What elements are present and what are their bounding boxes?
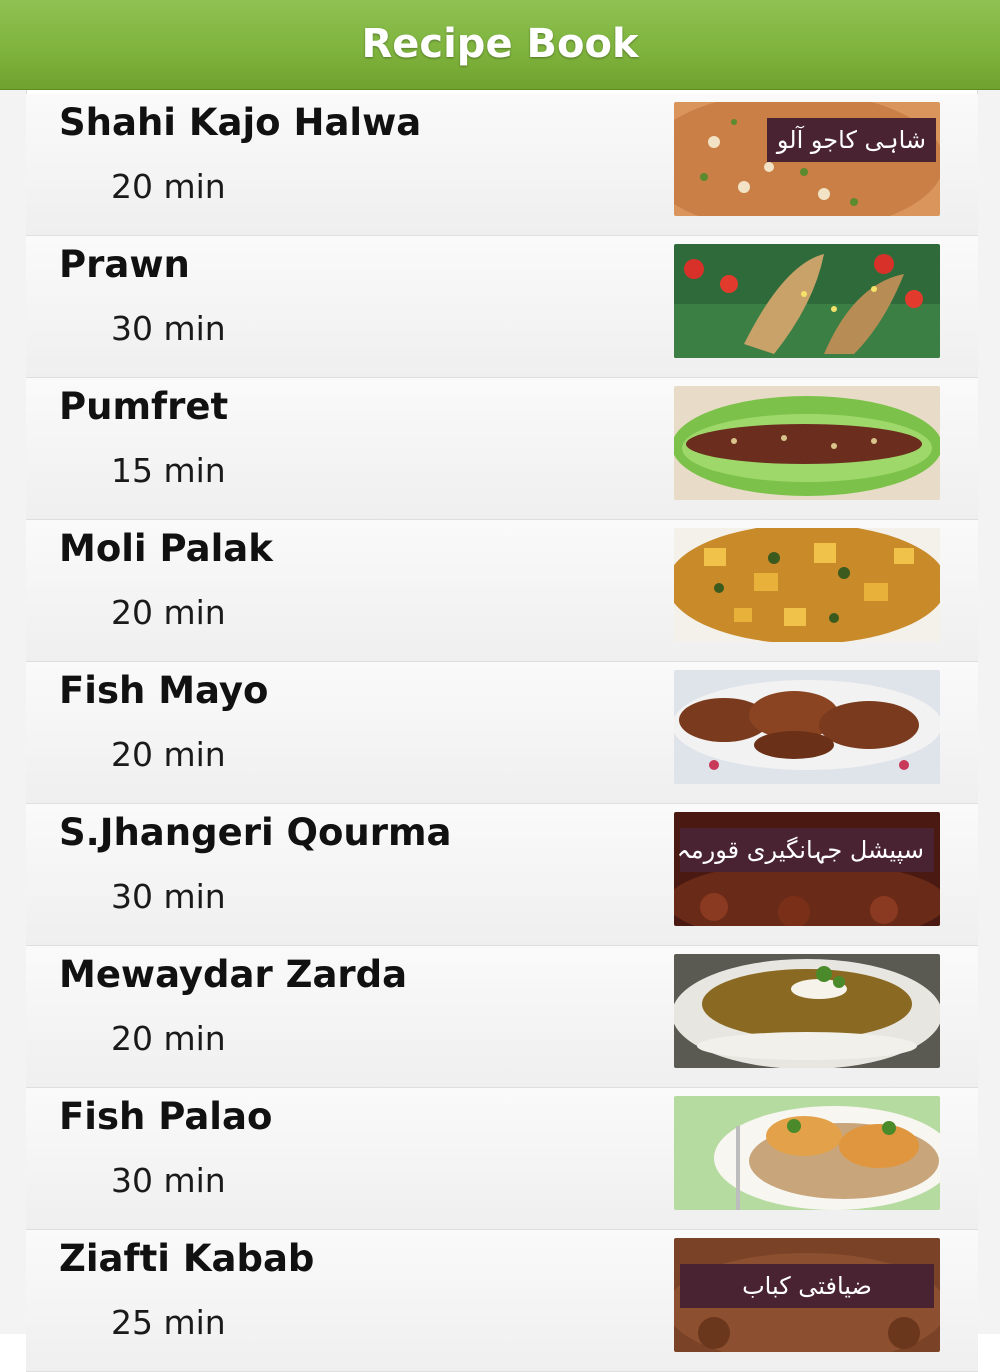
- recipe-row-jhangeri-qourma[interactable]: S.Jhangeri Qourma 30 min سپیشل جہانگیری …: [26, 804, 978, 946]
- recipe-name: Shahi Kajo Halwa: [59, 101, 422, 144]
- urdu-image-label: ضیافتی کباب: [680, 1264, 934, 1308]
- recipe-row-fish-palao[interactable]: Fish Palao 30 min: [26, 1088, 978, 1230]
- recipe-list: Shahi Kajo Halwa 20 min شاہی کاجو آلو Pr…: [26, 94, 978, 1372]
- recipe-name: Mewaydar Zarda: [59, 953, 408, 996]
- recipe-time: 30 min: [111, 309, 226, 348]
- list-right-edge: [977, 90, 1000, 1334]
- zarda-illustration: [674, 954, 940, 1068]
- recipe-time: 20 min: [111, 593, 226, 632]
- moli-palak-illustration: [674, 528, 940, 642]
- recipe-time: 15 min: [111, 451, 226, 490]
- fish-mayo-dish-image: [674, 670, 940, 784]
- recipe-row-shahi-kajo-halwa[interactable]: Shahi Kajo Halwa 20 min شاہی کاجو آلو: [26, 94, 978, 236]
- qourma-dish-image: سپیشل جہانگیری قورمہ: [674, 812, 940, 926]
- prawn-dish-image: [674, 244, 940, 358]
- recipe-time: 30 min: [111, 1161, 226, 1200]
- pumfret-dish-illustration: [674, 386, 940, 500]
- recipe-name: Fish Palao: [59, 1095, 273, 1138]
- recipe-name: Pumfret: [59, 385, 229, 428]
- recipe-name: Ziafti Kabab: [59, 1237, 315, 1280]
- app-title: Recipe Book: [361, 21, 639, 67]
- recipe-name: Moli Palak: [59, 527, 273, 570]
- recipe-time: 30 min: [111, 877, 226, 916]
- moli-palak-dish-image: [674, 528, 940, 642]
- urdu-image-label: شاہی کاجو آلو: [766, 118, 936, 162]
- recipe-row-mewaydar-zarda[interactable]: Mewaydar Zarda 20 min: [26, 946, 978, 1088]
- pumfret-dish-image: [674, 386, 940, 500]
- app-header: Recipe Book: [0, 0, 1000, 90]
- recipe-row-pumfret[interactable]: Pumfret 15 min: [26, 378, 978, 520]
- recipe-time: 20 min: [111, 167, 226, 206]
- halwa-dish-image: شاہی کاجو آلو: [674, 102, 940, 216]
- recipe-time: 20 min: [111, 735, 226, 774]
- recipe-name: Fish Mayo: [59, 669, 269, 712]
- fish-palao-illustration: [674, 1096, 940, 1210]
- recipe-row-ziafti-kabab[interactable]: Ziafti Kabab 25 min ضیافتی کباب: [26, 1230, 978, 1372]
- recipe-row-fish-mayo[interactable]: Fish Mayo 20 min: [26, 662, 978, 804]
- prawn-dish-illustration: [674, 244, 940, 358]
- recipe-time: 20 min: [111, 1019, 226, 1058]
- zarda-dish-image: [674, 954, 940, 1068]
- urdu-image-label: سپیشل جہانگیری قورمہ: [677, 828, 934, 872]
- kabab-dish-image: ضیافتی کباب: [674, 1238, 940, 1352]
- list-left-edge: [0, 90, 27, 1334]
- recipe-name: S.Jhangeri Qourma: [59, 811, 452, 854]
- recipe-time: 25 min: [111, 1303, 226, 1342]
- fish-mayo-illustration: [674, 670, 940, 784]
- recipe-row-moli-palak[interactable]: Moli Palak 20 min: [26, 520, 978, 662]
- recipe-row-prawn[interactable]: Prawn 30 min: [26, 236, 978, 378]
- recipe-name: Prawn: [59, 243, 190, 286]
- fish-palao-dish-image: [674, 1096, 940, 1210]
